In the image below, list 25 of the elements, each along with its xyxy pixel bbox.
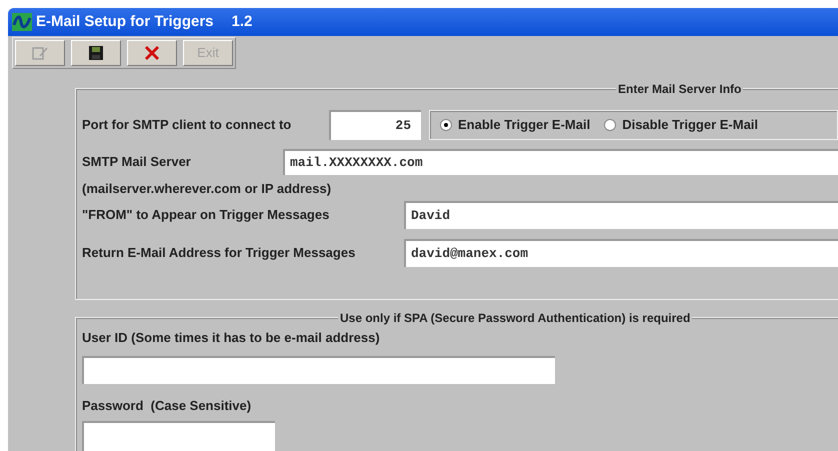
trigger-radio-option[interactable]: Enable Trigger E-Mail <box>440 115 590 135</box>
app-logo-icon <box>12 13 32 31</box>
port-label: Port for SMTP client to connect to <box>82 116 292 134</box>
port-field[interactable]: 25 <box>329 110 421 140</box>
password-label: Password (Case Sensitive) <box>82 396 252 415</box>
from-field[interactable]: David <box>404 200 838 228</box>
window-title: E-Mail Setup for Triggers <box>36 12 214 32</box>
from-label: "FROM" to Appear on Trigger Messages <box>82 206 330 224</box>
delete-button[interactable] <box>127 40 177 66</box>
radio-button[interactable] <box>440 119 452 131</box>
save-button[interactable] <box>71 40 121 66</box>
smtp-server-label: SMTP Mail Server <box>82 153 192 172</box>
radio-button[interactable] <box>604 119 616 131</box>
window-version: 1.2 <box>232 12 252 32</box>
edit-icon <box>31 45 49 61</box>
password-field[interactable] <box>82 421 275 451</box>
trigger-radio-option[interactable]: Disable Trigger E-Mail <box>604 115 758 135</box>
smtp-server-field[interactable]: mail.XXXXXXXX.com <box>283 149 838 175</box>
user-id-label: User ID (Some times it has to be e-mail address) <box>82 329 381 347</box>
return-address-label: Return E-Mail Address for Trigger Messages <box>82 244 356 262</box>
return-address-field[interactable]: david@manex.com <box>404 238 838 266</box>
save-icon <box>88 45 104 61</box>
smtp-server-hint: (mailserver.wherever.com or IP address) <box>82 180 332 198</box>
user-id-field[interactable] <box>82 356 555 384</box>
delete-icon <box>144 45 160 61</box>
